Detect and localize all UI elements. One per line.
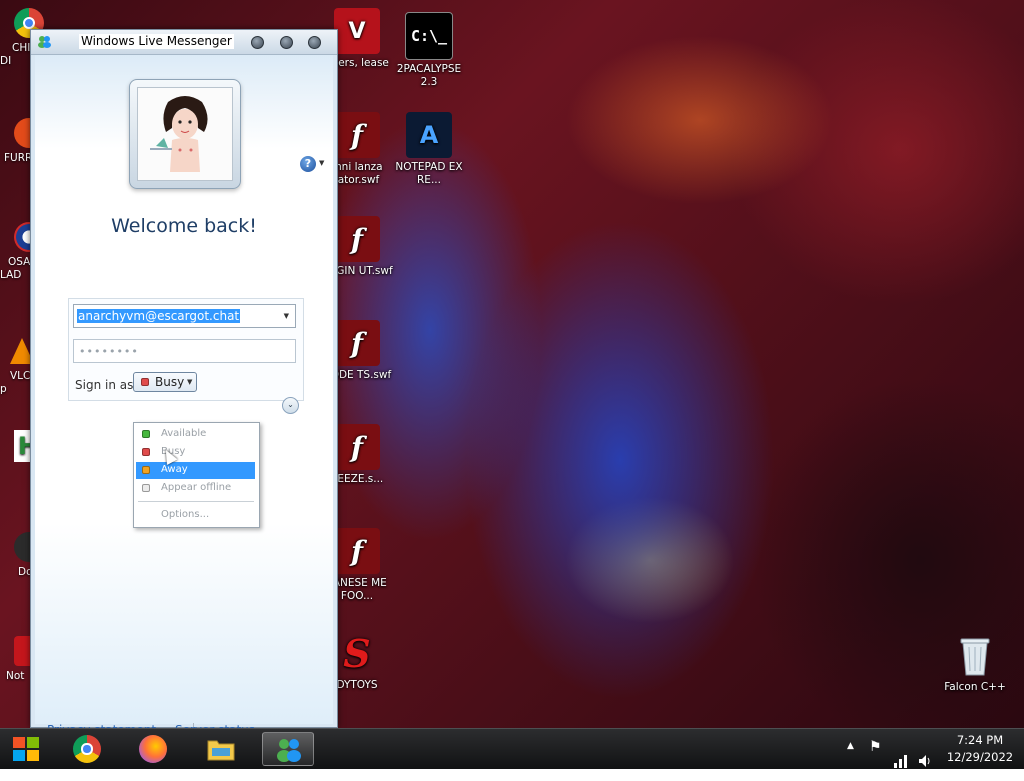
taskbar-file-explorer[interactable]	[195, 732, 247, 766]
desktop-icon-label: VLC p	[0, 370, 31, 395]
desktop-icon-label: OSA LAD	[0, 256, 31, 281]
menu-item-away[interactable]: Away	[136, 462, 255, 479]
windows-logo-icon	[13, 737, 39, 761]
chevron-down-icon: ▼	[187, 378, 193, 386]
taskbar-firefox[interactable]	[128, 732, 180, 766]
chevron-down-icon[interactable]: ▼	[284, 312, 289, 320]
flash-file-icon: f	[334, 528, 380, 574]
signin-form: anarchyvm@escargot.chat ▼ •••••••• Sign …	[68, 298, 304, 401]
available-status-icon	[142, 430, 150, 438]
status-dropdown[interactable]: Busy ▼	[133, 372, 197, 392]
flash-file-icon: f	[334, 424, 380, 470]
email-value: anarchyvm@escargot.chat	[77, 309, 241, 323]
menu-item-label: Away	[161, 464, 188, 475]
status-dropdown-label: Busy	[155, 375, 185, 389]
firefox-icon	[139, 735, 167, 763]
sign-in-as-label: Sign in as:	[75, 378, 138, 392]
notepad-extreme-icon: A	[406, 112, 452, 158]
desktop-icon-label: Do	[18, 566, 33, 578]
desktop-icon-falcon[interactable]: Falcon C++	[938, 632, 1012, 694]
messenger-window: Windows Live Messenger ? ▼ Welcome back!…	[30, 29, 338, 737]
window-title: Windows Live Messenger	[79, 34, 234, 49]
taskbar-messenger[interactable]	[262, 732, 314, 766]
window-titlebar[interactable]: Windows Live Messenger	[31, 30, 337, 55]
flash-file-icon: f	[334, 320, 380, 366]
status-menu: Available Busy Away Appear offline Optio…	[133, 422, 260, 528]
action-center-flag-icon[interactable]: ⚑	[869, 739, 882, 779]
flash-file-icon: f	[334, 216, 380, 262]
password-placeholder: ••••••••	[79, 345, 139, 358]
clock-date: 12/29/2022	[946, 750, 1014, 764]
minimize-button[interactable]	[251, 36, 264, 49]
desktop-icon-label: FURR	[4, 152, 33, 164]
system-clock[interactable]: 7:24 PM 12/29/2022	[942, 732, 1018, 766]
offline-status-icon	[142, 484, 150, 492]
flash-file-icon: f	[334, 112, 380, 158]
taskbar-chrome[interactable]	[62, 732, 114, 766]
desktop-icon-label: DYTOYS	[336, 679, 378, 691]
desktop-icon-label: Not	[6, 670, 25, 682]
busy-status-icon	[142, 448, 150, 456]
welcome-heading: Welcome back!	[111, 215, 257, 237]
menu-item-busy[interactable]: Busy	[136, 444, 255, 461]
volume-icon[interactable]	[917, 741, 933, 781]
password-field[interactable]: ••••••••	[73, 339, 296, 363]
desktop-icon-label: Falcon C++	[944, 681, 1006, 693]
folder-icon	[207, 740, 235, 761]
chrome-icon	[73, 735, 101, 763]
expand-options-button[interactable]: ⌄	[282, 397, 299, 414]
menu-item-label: Options...	[161, 509, 210, 520]
messenger-icon	[277, 739, 301, 762]
menu-item-available[interactable]: Available	[136, 426, 255, 443]
away-status-icon	[142, 466, 150, 474]
clock-time: 7:24 PM	[956, 733, 1004, 747]
menu-item-label: Available	[161, 428, 207, 439]
desktop-icon-label: CHI DI	[0, 42, 31, 67]
messenger-icon	[38, 36, 51, 48]
menu-item-appear-offline[interactable]: Appear offline	[136, 480, 255, 497]
signin-pane: ? ▼ Welcome back! anarchyvm@escargot.cha…	[35, 55, 333, 737]
start-button[interactable]	[0, 732, 52, 766]
email-field[interactable]: anarchyvm@escargot.chat ▼	[73, 304, 296, 328]
network-icon[interactable]	[893, 741, 909, 781]
busy-status-icon	[141, 378, 149, 386]
menu-divider	[138, 501, 254, 502]
desktop-icon-2pacalypse[interactable]: C:\_ 2PACALYPSE 2.3	[392, 12, 466, 89]
desktop-icon-label: mni lanza lator.swf	[331, 161, 383, 186]
recycle-bin-icon	[952, 632, 998, 678]
close-button[interactable]	[308, 36, 321, 49]
desktop-icon-notepad-extreme[interactable]: A NOTEPAD EX RE...	[392, 112, 466, 187]
menu-item-options[interactable]: Options...	[136, 507, 255, 524]
avatar	[137, 87, 233, 181]
chevron-down-icon[interactable]: ▼	[319, 159, 324, 167]
s-logo-icon: S	[343, 630, 371, 676]
desktop-icon-label: 2PACALYPSE 2.3	[396, 63, 462, 88]
menu-item-label: Appear offline	[161, 482, 232, 493]
desktop-icon-label: EEEZE.s...	[330, 473, 384, 485]
help-icon[interactable]: ?	[300, 156, 316, 172]
desktop-icon-label: NOTEPAD EX RE...	[395, 161, 463, 186]
show-hidden-icons-button[interactable]: ▲	[847, 741, 854, 781]
command-prompt-icon: C:\_	[405, 12, 453, 60]
display-picture-frame[interactable]	[129, 79, 241, 189]
maximize-button[interactable]	[280, 36, 293, 49]
app-icon: V	[334, 8, 380, 54]
taskbar: ▲ ⚑ 7:24 PM 12/29/2022	[0, 728, 1024, 769]
